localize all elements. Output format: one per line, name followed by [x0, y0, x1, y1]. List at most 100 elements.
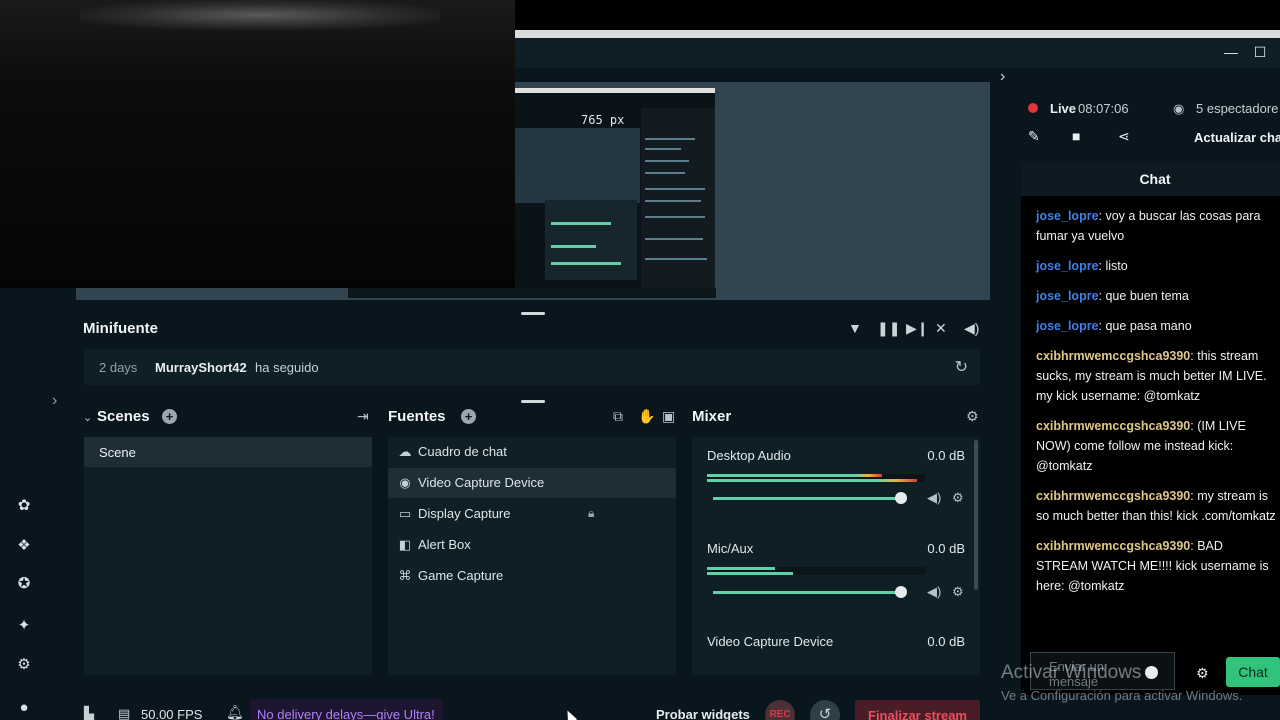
nested-chat-line: [645, 148, 681, 150]
minimize-button[interactable]: —: [1221, 44, 1241, 60]
chat-username[interactable]: jose_lopre: [1036, 209, 1099, 223]
edit-stream-info-icon[interactable]: ✎: [1028, 128, 1040, 145]
share-icon[interactable]: ⋖: [1118, 128, 1130, 145]
source-item[interactable]: ▭ Display Capture 🔒︎: [388, 499, 676, 529]
lock-icon[interactable]: 🔒︎: [588, 506, 594, 521]
source-label: Game Capture: [418, 568, 504, 583]
nested-px-label: 765 px: [581, 113, 625, 127]
themes-icon[interactable]: ❖: [14, 536, 34, 556]
widgets-icon[interactable]: ✪: [14, 574, 34, 594]
channel-gear-icon[interactable]: ⚙: [952, 490, 964, 506]
expand-chevron-icon[interactable]: ›: [52, 392, 57, 410]
chat-message: cxibhrmwemccgshca9390: my stream is so m…: [1036, 486, 1276, 526]
scene-transitions-icon[interactable]: ⇥: [357, 408, 369, 425]
nested-preview-capture: 765 px: [515, 88, 715, 295]
meter-fill: [707, 572, 793, 575]
nested-mixer-panel: [545, 200, 637, 280]
chat-send-button[interactable]: Chat: [1226, 657, 1280, 687]
settings-gear-icon[interactable]: ⚙: [14, 655, 34, 675]
alert-box-icon: ◧: [398, 537, 412, 552]
collapse-chevron-icon[interactable]: ⌄: [83, 411, 92, 424]
skip-icon[interactable]: ▶❙: [906, 320, 929, 337]
fps-label: 50.00 FPS: [141, 707, 203, 720]
mixer-channel-db: 0.0 dB: [927, 634, 965, 649]
scenes-panel: Scene: [84, 437, 372, 675]
chat-username[interactable]: jose_lopre: [1036, 259, 1099, 273]
highlighter-icon[interactable]: ✦: [14, 616, 34, 636]
camera-icon[interactable]: ■: [1072, 128, 1080, 144]
refresh-chat-link[interactable]: Actualizar cha: [1194, 130, 1280, 145]
nested-chat-line: [645, 258, 707, 260]
chat-username[interactable]: jose_lopre: [1036, 289, 1099, 303]
source-properties-icon[interactable]: ✋: [638, 408, 655, 425]
test-widgets-button[interactable]: Probar widgets: [656, 707, 750, 720]
performance-icon[interactable]: ▙: [84, 706, 94, 720]
ultra-promo[interactable]: No delivery delays—give Ultra!: [250, 699, 443, 720]
mixer-title: Mixer: [692, 408, 732, 425]
app-store-icon[interactable]: ✿: [14, 496, 34, 516]
chat-message: jose_lopre: listo: [1036, 256, 1276, 276]
resize-handle[interactable]: [521, 400, 545, 403]
nested-chat-line: [645, 238, 703, 240]
chat-username[interactable]: cxibhrmwemccgshca9390: [1036, 419, 1190, 433]
nested-chat-line: [645, 216, 705, 218]
mixer-channel-name: Video Capture Device: [707, 634, 834, 649]
source-folder-icon[interactable]: ⧉: [613, 408, 623, 425]
add-scene-icon[interactable]: +: [162, 408, 177, 424]
mixer-channel-name: Desktop Audio: [707, 448, 791, 463]
chat-username[interactable]: cxibhrmwemccgshca9390: [1036, 539, 1190, 553]
mixer-settings-gear-icon[interactable]: ⚙: [966, 408, 979, 425]
repeat-alert-icon[interactable]: ↻: [955, 357, 968, 377]
channel-gear-icon[interactable]: ⚙: [952, 584, 964, 600]
sources-panel: ☁ Cuadro de chat ◉ Video Capture Device …: [388, 437, 676, 675]
mute-alerts-icon[interactable]: ✕: [935, 320, 947, 337]
scene-item[interactable]: Scene: [84, 437, 372, 467]
profile-icon[interactable]: ●: [14, 698, 34, 718]
titlebar-highlight: [515, 30, 1280, 38]
volume-slider[interactable]: [713, 497, 901, 500]
chat-message: cxibhrmwemccgshca9390: this stream sucks…: [1036, 346, 1276, 406]
fps-monitor-icon: ▤: [118, 706, 131, 720]
mixer-panel: Desktop Audio 0.0 dB ◀) ⚙ Mic/Aux 0.0 dB…: [692, 437, 980, 675]
pause-icon[interactable]: ❚❚: [877, 320, 900, 337]
live-label: Live: [1050, 101, 1077, 116]
volume-icon[interactable]: ◀): [964, 320, 979, 337]
source-item-selected[interactable]: ◉ Video Capture Device: [388, 468, 676, 498]
chat-username[interactable]: cxibhrmwemccgshca9390: [1036, 489, 1190, 503]
chat-message: jose_lopre: que buen tema: [1036, 286, 1276, 306]
speaker-icon[interactable]: ◀): [927, 584, 941, 600]
nested-editor-panel: [515, 128, 640, 203]
volume-slider-knob[interactable]: [895, 586, 907, 598]
audio-meter: [707, 474, 925, 482]
chat-username[interactable]: jose_lopre: [1036, 319, 1099, 333]
source-item[interactable]: ⌘ Game Capture: [388, 561, 676, 591]
resize-handle[interactable]: [521, 312, 545, 315]
audio-meter: [707, 567, 925, 575]
source-item[interactable]: ☁ Cuadro de chat: [388, 437, 676, 467]
eye-icon: ◉: [1173, 101, 1185, 116]
chat-text: listo: [1105, 259, 1128, 273]
nested-mixer-bar: [551, 262, 621, 265]
speaker-icon[interactable]: ◀): [927, 490, 941, 506]
nested-mixer-bar: [551, 222, 611, 225]
chat-title: Chat: [1021, 163, 1280, 196]
emoji-icon[interactable]: [1145, 666, 1158, 679]
end-stream-button[interactable]: Finalizar stream: [855, 700, 980, 720]
source-item[interactable]: ◧ Alert Box: [388, 530, 676, 560]
chat-username[interactable]: cxibhrmwemccgshca9390: [1036, 349, 1190, 363]
add-source-icon[interactable]: +: [461, 408, 476, 424]
notification-bell-icon[interactable]: 🔔︎: [226, 704, 244, 720]
collapse-dock-chevron-icon[interactable]: ›: [1000, 68, 1005, 86]
add-folder-icon[interactable]: ▣: [662, 408, 675, 425]
chat-settings-gear-icon[interactable]: ⚙: [1196, 665, 1209, 682]
volume-slider-knob[interactable]: [895, 492, 907, 504]
meter-fill: [707, 567, 775, 570]
mixer-scrollbar[interactable]: [974, 440, 978, 590]
event-user: MurrayShort42: [155, 360, 247, 375]
maximize-button[interactable]: ☐: [1250, 44, 1270, 61]
volume-slider[interactable]: [713, 591, 901, 594]
nested-chat-line: [645, 188, 705, 190]
gamepad-icon: ⌘: [398, 568, 412, 583]
nested-chat-line: [645, 138, 695, 140]
filter-icon[interactable]: ▼: [848, 320, 862, 336]
